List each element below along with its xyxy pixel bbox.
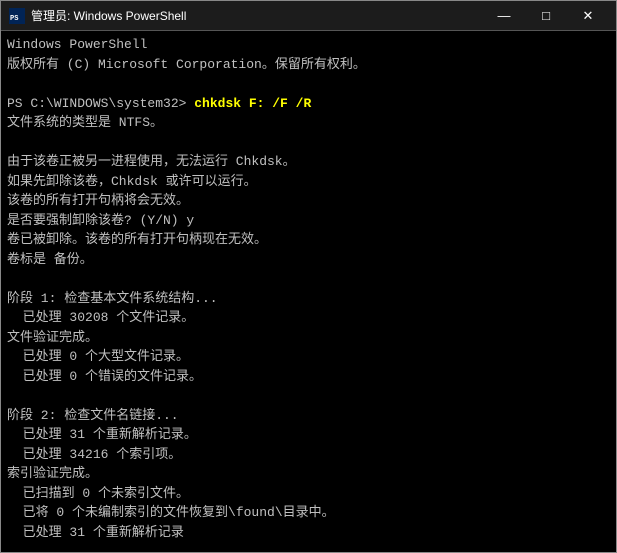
- window-title: 管理员: Windows PowerShell: [31, 7, 484, 24]
- window-controls: — □ ✕: [484, 2, 608, 30]
- powershell-window: PS 管理员: Windows PowerShell — □ ✕ Windows…: [0, 0, 617, 553]
- svg-text:PS: PS: [10, 15, 18, 23]
- console-text-block: Windows PowerShell 版权所有 (C) Microsoft Co…: [7, 35, 610, 552]
- console-output[interactable]: Windows PowerShell 版权所有 (C) Microsoft Co…: [1, 31, 616, 552]
- title-bar: PS 管理员: Windows PowerShell — □ ✕: [1, 1, 616, 31]
- window-icon: PS: [9, 8, 25, 24]
- maximize-button[interactable]: □: [526, 2, 566, 30]
- close-button[interactable]: ✕: [568, 2, 608, 30]
- minimize-button[interactable]: —: [484, 2, 524, 30]
